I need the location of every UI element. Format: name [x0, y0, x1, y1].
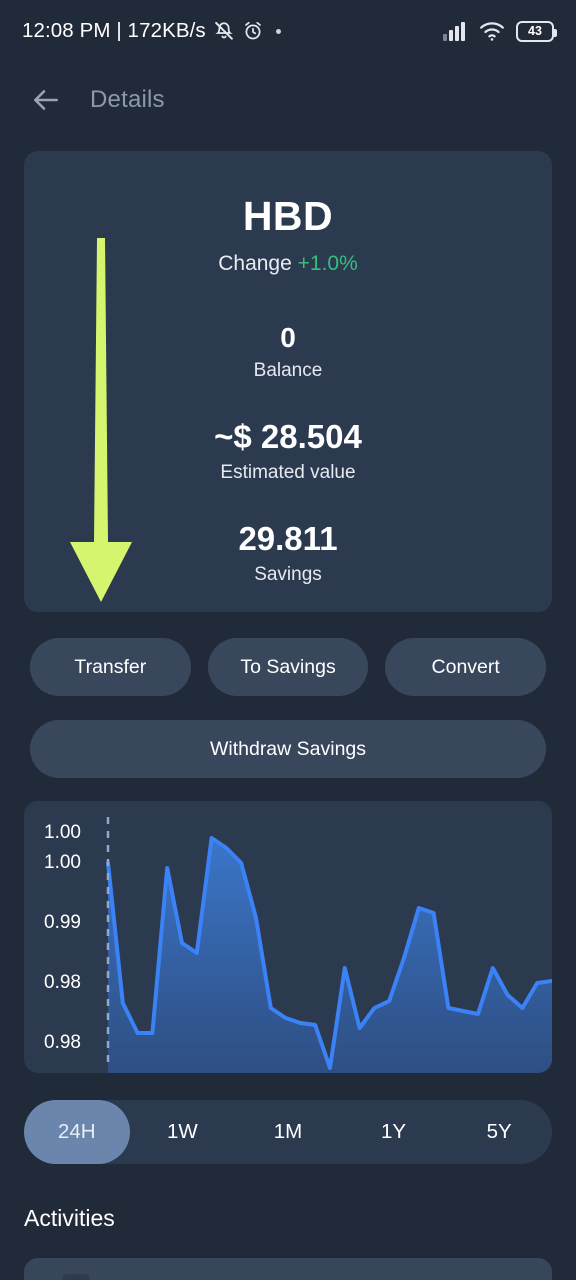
- app-bar: Details: [0, 62, 576, 138]
- chart-y-tick-label: 0.99: [44, 912, 81, 933]
- price-chart: [106, 817, 552, 1073]
- activities-section-title: Activities: [24, 1205, 115, 1231]
- range-tab-5y[interactable]: 5Y: [446, 1100, 552, 1164]
- dot-indicator-icon: [275, 28, 281, 34]
- activity-item-icon: [62, 1274, 90, 1280]
- range-tab-1y[interactable]: 1Y: [341, 1100, 447, 1164]
- status-bar-right: 43: [443, 20, 557, 42]
- balance-value: 0: [280, 322, 296, 353]
- back-button[interactable]: [30, 84, 62, 116]
- token-change-value: +1.0%: [297, 252, 358, 275]
- balance-label: Balance: [253, 360, 323, 381]
- price-chart-card[interactable]: 1.00 1.00 0.99 0.98 0.98: [24, 801, 552, 1073]
- token-summary-card: HBD Change +1.0% 0 Balance ~$ 28.504 Est…: [24, 151, 552, 612]
- range-tab-24h[interactable]: 24H: [24, 1100, 130, 1164]
- status-time-and-network-speed: 12:08 PM | 172KB/s: [22, 19, 206, 42]
- token-actions-row: Transfer To Savings Convert: [30, 638, 547, 696]
- estimated-value-label: Estimated value: [220, 462, 356, 483]
- balance-stat: 0 Balance: [254, 322, 323, 382]
- activity-list-item[interactable]: [24, 1258, 552, 1280]
- page-title: Details: [90, 86, 165, 113]
- withdraw-savings-button[interactable]: Withdraw Savings: [30, 720, 546, 778]
- token-summary-content: HBD Change +1.0% 0 Balance ~$ 28.504 Est…: [24, 151, 552, 586]
- alarm-clock-icon: [244, 21, 261, 40]
- estimated-value: ~$ 28.504: [214, 418, 362, 455]
- wifi-icon: [480, 22, 504, 41]
- range-tab-1m[interactable]: 1M: [235, 1100, 341, 1164]
- arrow-left-icon: [34, 90, 58, 110]
- phone-screen: 12:08 PM | 172KB/s 43 Details HBD Change…: [0, 0, 576, 1280]
- chart-y-tick-label: 1.00: [44, 822, 81, 843]
- range-tab-1w[interactable]: 1W: [130, 1100, 236, 1164]
- chart-y-tick-label: 1.00: [44, 852, 81, 873]
- savings-value: 29.811: [238, 520, 338, 557]
- savings-stat: 29.811 Savings: [238, 520, 337, 586]
- estimated-value-stat: ~$ 28.504 Estimated value: [214, 418, 362, 484]
- status-bar-left: 12:08 PM | 172KB/s: [22, 19, 281, 43]
- chart-y-tick-label: 0.98: [44, 972, 81, 993]
- time-range-tabs: 24H 1W 1M 1Y 5Y: [24, 1100, 552, 1164]
- token-change-row: Change +1.0%: [218, 252, 358, 276]
- price-chart-area: [108, 838, 552, 1073]
- status-bar: 12:08 PM | 172KB/s 43: [0, 0, 576, 62]
- transfer-button[interactable]: Transfer: [30, 638, 191, 696]
- battery-level-label: 43: [528, 23, 542, 38]
- bell-muted-icon: [214, 21, 233, 40]
- chart-y-tick-label: 0.98: [44, 1032, 81, 1053]
- savings-label: Savings: [254, 564, 322, 585]
- to-savings-button[interactable]: To Savings: [207, 638, 369, 696]
- convert-button[interactable]: Convert: [385, 638, 547, 696]
- token-symbol: HBD: [242, 193, 334, 239]
- token-change-label: Change: [218, 252, 292, 275]
- battery-indicator: 43: [516, 20, 557, 42]
- cellular-signal-icon: [443, 22, 465, 41]
